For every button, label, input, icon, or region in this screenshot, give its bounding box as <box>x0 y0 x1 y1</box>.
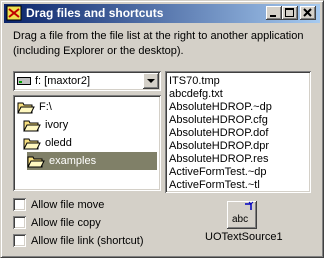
allow-copy-checkbox[interactable]: Allow file copy <box>13 216 183 232</box>
file-item[interactable]: AbsoluteHDROP.dpr <box>169 140 269 153</box>
directory-label: F:\ <box>39 101 52 113</box>
checkbox-label: Allow file move <box>31 199 105 211</box>
text-source-component[interactable]: abc <box>227 201 257 229</box>
file-item[interactable]: abcdefg.txt <box>169 88 223 101</box>
directory-item[interactable]: oledd <box>23 134 157 152</box>
folder-open-icon <box>27 156 45 168</box>
allow-move-checkbox[interactable]: Allow file move <box>13 198 183 214</box>
chevron-down-icon <box>147 79 155 83</box>
directory-item[interactable]: ivory <box>23 116 157 134</box>
drive-combobox[interactable]: f: [maxtor2] <box>13 71 161 91</box>
minimize-button[interactable] <box>266 6 282 20</box>
file-item[interactable]: ActiveFormTest.~dp <box>169 166 267 179</box>
checkbox-label: Allow file copy <box>31 217 101 229</box>
component-label: UOTextSource1 <box>205 231 283 243</box>
directory-label: ivory <box>45 119 69 131</box>
file-item[interactable]: ITS70.tmp <box>169 75 220 88</box>
main-window: Drag files and shortcuts Drag a file fro… <box>0 0 324 258</box>
drive-value: f: [maxtor2] <box>35 75 91 87</box>
directory-list[interactable]: F:\ ivory oledd examples <box>13 95 161 191</box>
file-list[interactable]: ITS70.tmp abcdefg.txt AbsoluteHDROP.~dp … <box>165 71 311 193</box>
instructions-text: Drag a file from the file list at the ri… <box>13 30 304 57</box>
file-item[interactable]: AbsoluteHDROP.~dp <box>169 101 272 114</box>
app-icon <box>6 5 22 21</box>
directory-label: examples <box>49 155 97 167</box>
directory-item-selected[interactable]: examples <box>27 152 157 170</box>
file-item[interactable]: AbsoluteHDROP.cfg <box>169 114 268 127</box>
dropdown-button[interactable] <box>143 73 159 89</box>
title-bar[interactable]: Drag files and shortcuts <box>4 4 320 23</box>
checkbox-box[interactable] <box>13 216 26 229</box>
maximize-icon <box>285 8 294 17</box>
minimize-icon <box>270 15 276 17</box>
file-item[interactable]: AbsoluteHDROP.res <box>169 153 268 166</box>
text-source-icon: abc <box>232 201 254 225</box>
drive-icon <box>17 77 31 85</box>
checkbox-box[interactable] <box>13 234 26 247</box>
checkbox-label: Allow file link (shortcut) <box>31 235 144 247</box>
file-item[interactable]: AbsoluteHDROP.dof <box>169 127 268 140</box>
checkbox-box[interactable] <box>13 198 26 211</box>
allow-link-checkbox[interactable]: Allow file link (shortcut) <box>13 234 183 250</box>
folder-open-icon <box>23 138 41 150</box>
maximize-button[interactable] <box>282 6 298 20</box>
component-icon-text: abc <box>232 214 248 225</box>
close-icon <box>303 8 312 17</box>
window-title: Drag files and shortcuts <box>26 6 164 20</box>
close-button[interactable] <box>300 6 316 20</box>
directory-label: oledd <box>45 137 72 149</box>
directory-item[interactable]: F:\ <box>17 98 157 116</box>
folder-open-icon <box>17 102 35 114</box>
folder-open-icon <box>23 120 41 132</box>
file-item[interactable]: ActiveFormTest.~tl <box>169 179 260 192</box>
